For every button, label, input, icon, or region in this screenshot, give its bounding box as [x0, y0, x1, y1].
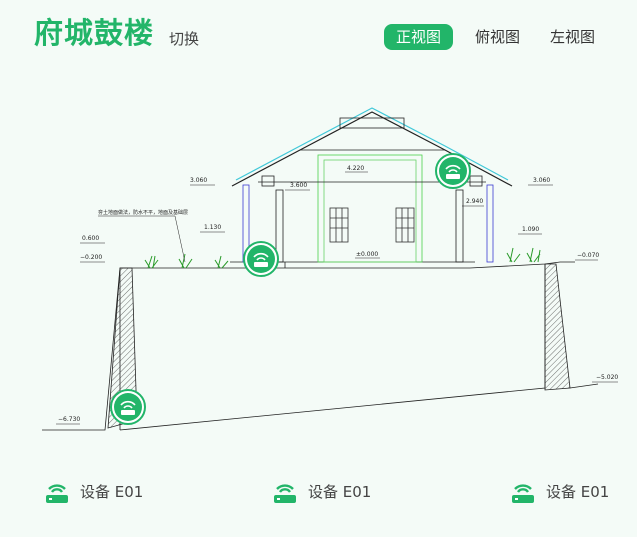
header: 府城鼓楼 切换 正视图 俯视图 左视图 [0, 0, 637, 60]
elev-ridge: 4.220 [347, 165, 364, 172]
elev-right-step: 1.090 [522, 226, 539, 233]
tab-top-view[interactable]: 俯视图 [467, 24, 528, 50]
device-item[interactable]: 设备 E01 [272, 478, 371, 504]
device-bar: 设备 E01 设备 E01 设备 E01 [0, 478, 637, 518]
elevation-drawing: 3.060 3.060 4.220 3.600 2.940 1.130 1.09… [42, 107, 618, 431]
tab-front-view[interactable]: 正视图 [383, 24, 453, 50]
page-title: 府城鼓楼 [34, 16, 155, 50]
device-marker-foundation[interactable] [110, 389, 146, 425]
device-label: 设备 E01 [80, 482, 144, 501]
elev-left-ground: −0.200 [80, 254, 102, 261]
device-item[interactable]: 设备 E01 [510, 478, 609, 504]
router-icon [274, 484, 296, 503]
device-marker-roof[interactable] [435, 153, 471, 189]
elev-left-wall: 0.600 [82, 235, 99, 242]
device-marker-center[interactable] [243, 241, 279, 277]
view-tabs: 正视图 俯视图 左视图 [383, 24, 603, 50]
elev-left-bottom: −6.730 [58, 416, 80, 423]
building [230, 107, 513, 268]
elev-right-ground: −0.070 [577, 252, 599, 259]
device-label: 设备 E01 [308, 482, 372, 501]
plants [144, 247, 541, 269]
device-item[interactable]: 设备 E01 [44, 478, 143, 504]
elev-left-inner: 3.600 [290, 182, 307, 189]
elev-left-eave: 3.060 [190, 177, 207, 184]
router-icon [46, 484, 68, 503]
device-label: 设备 E01 [546, 482, 610, 501]
elev-left-step: 1.130 [204, 224, 221, 231]
tab-left-view[interactable]: 左视图 [542, 24, 603, 50]
switch-button[interactable]: 切换 [169, 28, 199, 49]
elev-floor: ±0.000 [356, 251, 378, 258]
drawing-note: 夯土地面做法，防水不平，地面及基础层 [98, 209, 188, 216]
elev-right-inner: 2.940 [466, 198, 483, 205]
elev-right-bottom: −5.020 [596, 374, 618, 381]
elev-right-eave: 3.060 [533, 177, 550, 184]
router-icon [512, 484, 534, 503]
